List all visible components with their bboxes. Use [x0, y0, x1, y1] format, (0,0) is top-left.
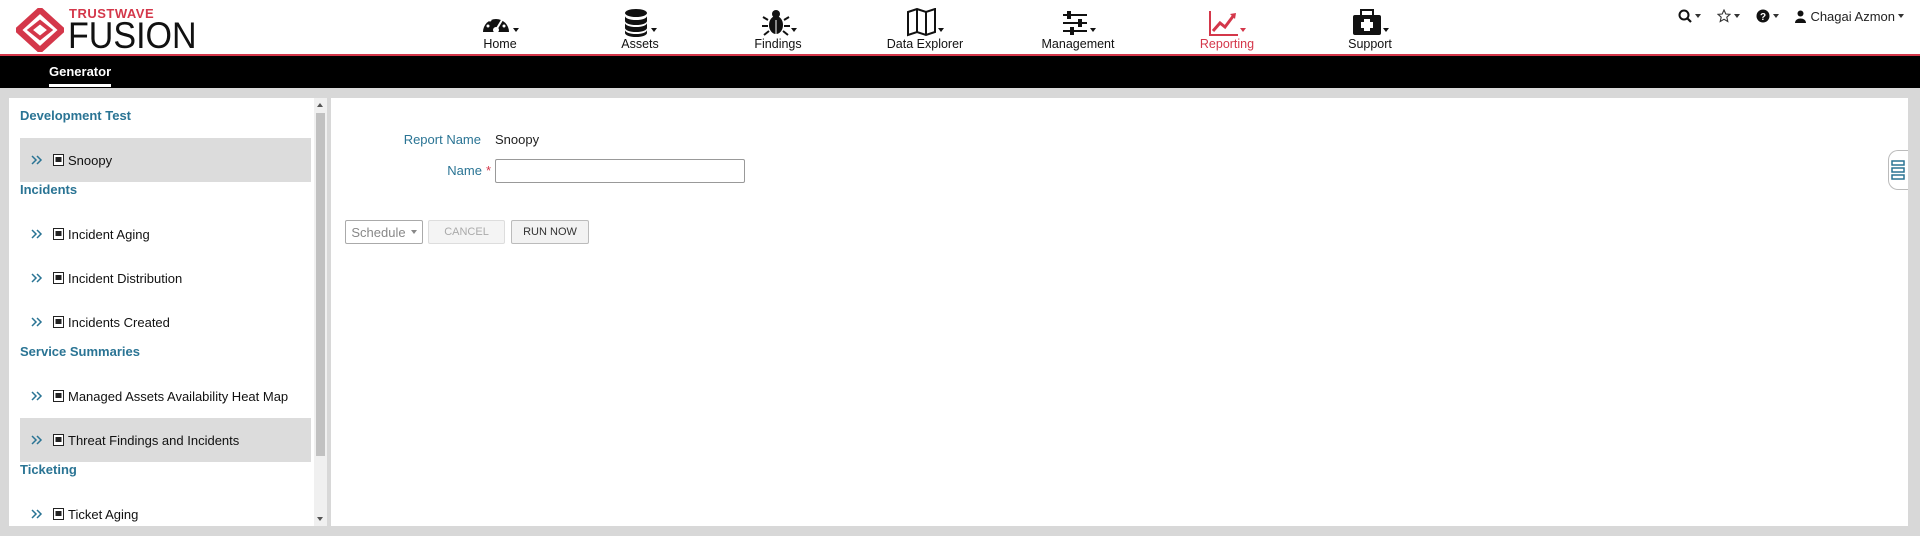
logo-mark-icon	[16, 8, 64, 52]
chevron-down-icon	[1734, 14, 1741, 18]
double-chevron-right-icon	[31, 509, 43, 519]
report-item-snoopy[interactable]: Snoopy	[20, 138, 311, 182]
scroll-down-icon[interactable]	[317, 517, 323, 521]
report-item-incident-distribution[interactable]: Incident Distribution	[20, 256, 311, 300]
name-label: Name *	[391, 163, 491, 178]
dashboard-icon	[483, 15, 519, 33]
chevron-down-icon	[410, 230, 417, 234]
report-item-managed-assets-heat-map[interactable]: Managed Assets Availability Heat Map	[20, 374, 311, 418]
report-item-incident-aging[interactable]: Incident Aging	[20, 212, 311, 256]
database-icon	[625, 9, 657, 37]
report-item-threat-findings[interactable]: Threat Findings and Incidents	[20, 418, 311, 462]
nav-data-explorer-label: Data Explorer	[886, 37, 964, 51]
brand-product: FUSION	[68, 15, 197, 56]
report-name-label: Report Name	[403, 132, 481, 147]
user-name: Chagai Azmon	[1810, 8, 1895, 24]
report-item-label: Incident Aging	[68, 226, 150, 242]
name-label-text: Name	[447, 163, 482, 178]
help-icon: ?	[1756, 9, 1770, 23]
report-list-scrollbar[interactable]	[314, 98, 327, 526]
nav-home-label: Home	[483, 37, 517, 51]
search-icon	[1678, 9, 1693, 23]
nav-assets-label: Assets	[621, 37, 659, 51]
nav-management[interactable]: Management	[1040, 0, 1116, 56]
report-item-label: Ticket Aging	[68, 506, 139, 522]
nav-management-label: Management	[1041, 37, 1115, 51]
report-item-incidents-created[interactable]: Incidents Created	[20, 300, 311, 344]
tab-generator[interactable]: Generator	[49, 56, 112, 88]
chevron-down-icon	[1898, 14, 1904, 18]
report-name-value: Snoopy	[495, 132, 540, 147]
report-doc-icon	[53, 316, 64, 328]
nav-data-explorer[interactable]: Data Explorer	[884, 0, 966, 56]
top-header: TRUSTWAVE FUSION Home Assets Findings Da…	[0, 0, 1920, 58]
report-doc-icon	[53, 434, 64, 446]
panel-list-icon	[1891, 160, 1905, 180]
report-list-panel: Development Test Snoopy Incidents Incide…	[9, 98, 327, 526]
report-doc-icon	[53, 228, 64, 240]
report-item-label: Incidents Created	[68, 314, 170, 330]
report-item-label: Snoopy	[68, 152, 113, 168]
nav-support-label: Support	[1348, 37, 1392, 51]
double-chevron-right-icon	[31, 317, 43, 327]
report-item-label: Incident Distribution	[68, 270, 183, 286]
required-marker: *	[485, 163, 491, 178]
group-title: Incidents	[20, 182, 78, 197]
report-doc-icon	[53, 508, 64, 520]
nav-home[interactable]: Home	[470, 0, 530, 56]
group-title: Development Test	[20, 108, 132, 123]
nav-assets[interactable]: Assets	[610, 0, 670, 56]
scroll-up-icon[interactable]	[317, 103, 323, 107]
report-doc-icon	[53, 272, 64, 284]
medkit-icon	[1353, 9, 1389, 35]
name-input[interactable]	[495, 159, 745, 183]
star-icon	[1717, 9, 1732, 23]
scrollbar-thumb[interactable]	[316, 113, 325, 456]
trustwave-fusion-logo[interactable]: TRUSTWAVE FUSION	[16, 6, 206, 56]
sliders-icon	[1063, 11, 1096, 35]
chevron-down-icon	[1695, 14, 1702, 18]
sub-navigation: Generator	[0, 56, 1920, 88]
schedule-dropdown[interactable]: Schedule	[345, 220, 423, 244]
favorites-menu[interactable]	[1717, 9, 1741, 23]
report-generator-form: Report Name Snoopy Name * Schedule CANCEL…	[331, 98, 1908, 526]
group-title: Service Summaries	[20, 344, 140, 359]
chevron-down-icon	[1773, 14, 1780, 18]
utility-menu: ? Chagai Azmon	[1666, 6, 1904, 26]
report-item-label: Managed Assets Availability Heat Map	[68, 388, 289, 404]
nav-findings-label: Findings	[754, 37, 802, 51]
schedule-label: Schedule	[351, 224, 406, 240]
side-panel-toggle[interactable]	[1888, 150, 1908, 190]
double-chevron-right-icon	[31, 435, 43, 445]
search-menu[interactable]	[1678, 9, 1702, 23]
nav-findings[interactable]: Findings	[747, 0, 809, 56]
cancel-button[interactable]: CANCEL	[428, 220, 505, 244]
map-icon	[907, 8, 944, 37]
run-now-button[interactable]: RUN NOW	[511, 220, 589, 244]
group-title: Ticketing	[20, 462, 77, 477]
double-chevron-right-icon	[31, 391, 43, 401]
double-chevron-right-icon	[31, 155, 43, 165]
help-menu[interactable]: ?	[1756, 9, 1780, 23]
user-icon	[1795, 10, 1807, 23]
double-chevron-right-icon	[31, 229, 43, 239]
report-item-ticket-aging[interactable]: Ticket Aging	[20, 492, 311, 526]
report-doc-icon	[53, 390, 64, 402]
svg-text:?: ?	[1760, 12, 1766, 23]
report-doc-icon	[53, 154, 64, 166]
nav-reporting[interactable]: Reporting	[1157, 0, 1297, 58]
chart-line-icon	[1209, 11, 1246, 36]
user-menu[interactable]: Chagai Azmon	[1795, 9, 1904, 24]
nav-support[interactable]: Support	[1340, 0, 1400, 56]
bug-icon	[762, 10, 797, 36]
double-chevron-right-icon	[31, 273, 43, 283]
report-item-label: Threat Findings and Incidents	[68, 432, 240, 448]
nav-reporting-label: Reporting	[1199, 37, 1255, 51]
